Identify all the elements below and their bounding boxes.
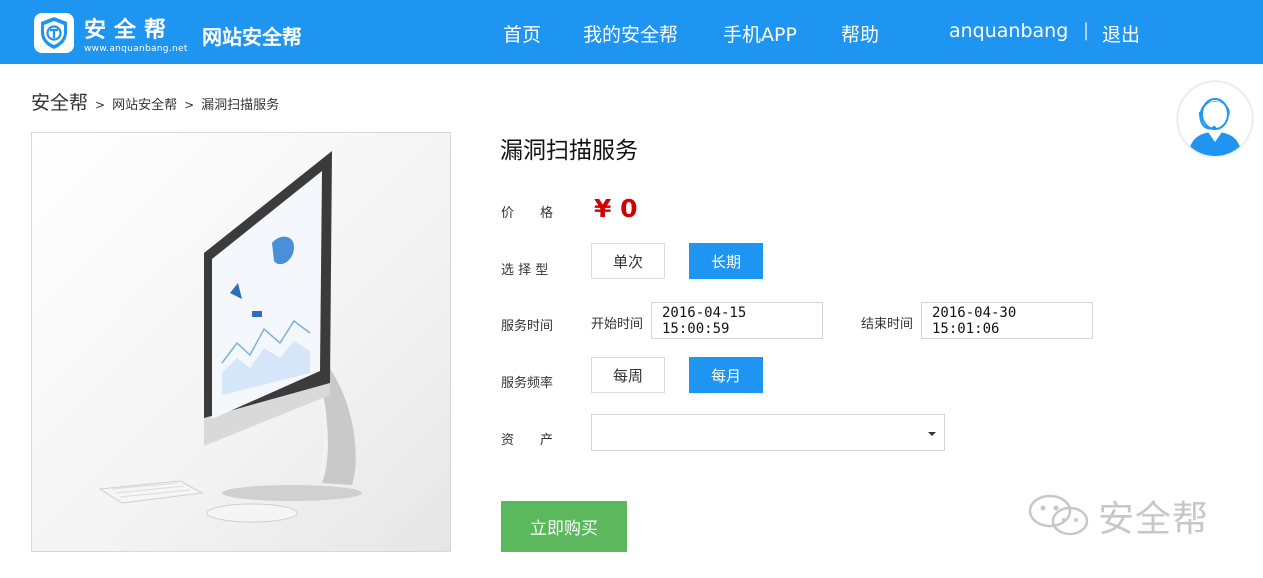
start-time-label: 开始时间: [591, 317, 644, 332]
nav-help[interactable]: 帮助: [841, 20, 879, 47]
logout-link[interactable]: 退出: [1102, 20, 1140, 47]
breadcrumb-item-current: 漏洞扫描服务: [201, 98, 280, 113]
buy-now-button[interactable]: 立即购买: [501, 501, 627, 552]
type-option-single[interactable]: 单次: [591, 243, 665, 279]
asset-label: 资 产: [501, 433, 554, 448]
wechat-icon: [1028, 494, 1089, 536]
start-time-field[interactable]: 2016-04-15 15:00:59: [651, 302, 823, 339]
product-image: [31, 132, 451, 552]
asset-select[interactable]: [591, 414, 945, 451]
breadcrumb: 安全帮 > 网站安全帮 > 漏洞扫描服务: [31, 88, 279, 115]
dropdown-caret-icon[interactable]: [928, 432, 936, 436]
price-label: 价 格: [501, 206, 554, 221]
shield-logo-icon[interactable]: [34, 13, 74, 53]
top-nav-bar: 安全帮 www.anquanbang.net 网站安全帮 首页 我的安全帮 手机…: [0, 0, 1263, 64]
product-title: 漏洞扫描服务: [500, 138, 638, 164]
customer-service-avatar-icon[interactable]: [1178, 82, 1252, 156]
breadcrumb-arrow: >: [184, 98, 195, 112]
nav-mobile-app[interactable]: 手机APP: [723, 20, 797, 47]
breadcrumb-home[interactable]: 安全帮: [31, 88, 88, 115]
nav-my-anquanbang[interactable]: 我的安全帮: [583, 20, 678, 47]
breadcrumb-item-site-security[interactable]: 网站安全帮: [112, 94, 177, 113]
frequency-option-monthly[interactable]: 每月: [689, 357, 763, 393]
end-time-field[interactable]: 2016-04-30 15:01:06: [921, 302, 1093, 339]
frequency-label: 服务频率: [501, 376, 554, 391]
logo-text[interactable]: 安全帮: [84, 12, 174, 44]
price-value: ¥ 0: [594, 194, 638, 223]
imac-illustration: [98, 151, 362, 523]
service-time-label: 服务时间: [501, 319, 554, 334]
logo-domain: www.anquanbang.net: [84, 44, 188, 54]
type-label: 选 择 型: [501, 263, 549, 278]
end-time-label: 结束时间: [861, 317, 914, 332]
nav-separator: |: [1083, 20, 1090, 41]
frequency-option-weekly[interactable]: 每周: [591, 357, 665, 393]
site-title[interactable]: 网站安全帮: [202, 21, 302, 50]
wechat-watermark: 安全帮: [1026, 490, 1209, 542]
username-link[interactable]: anquanbang: [949, 20, 1068, 42]
nav-home[interactable]: 首页: [503, 20, 541, 47]
watermark-text: 安全帮: [1098, 499, 1210, 540]
breadcrumb-arrow: >: [95, 98, 106, 112]
type-option-long-term[interactable]: 长期: [689, 243, 763, 279]
